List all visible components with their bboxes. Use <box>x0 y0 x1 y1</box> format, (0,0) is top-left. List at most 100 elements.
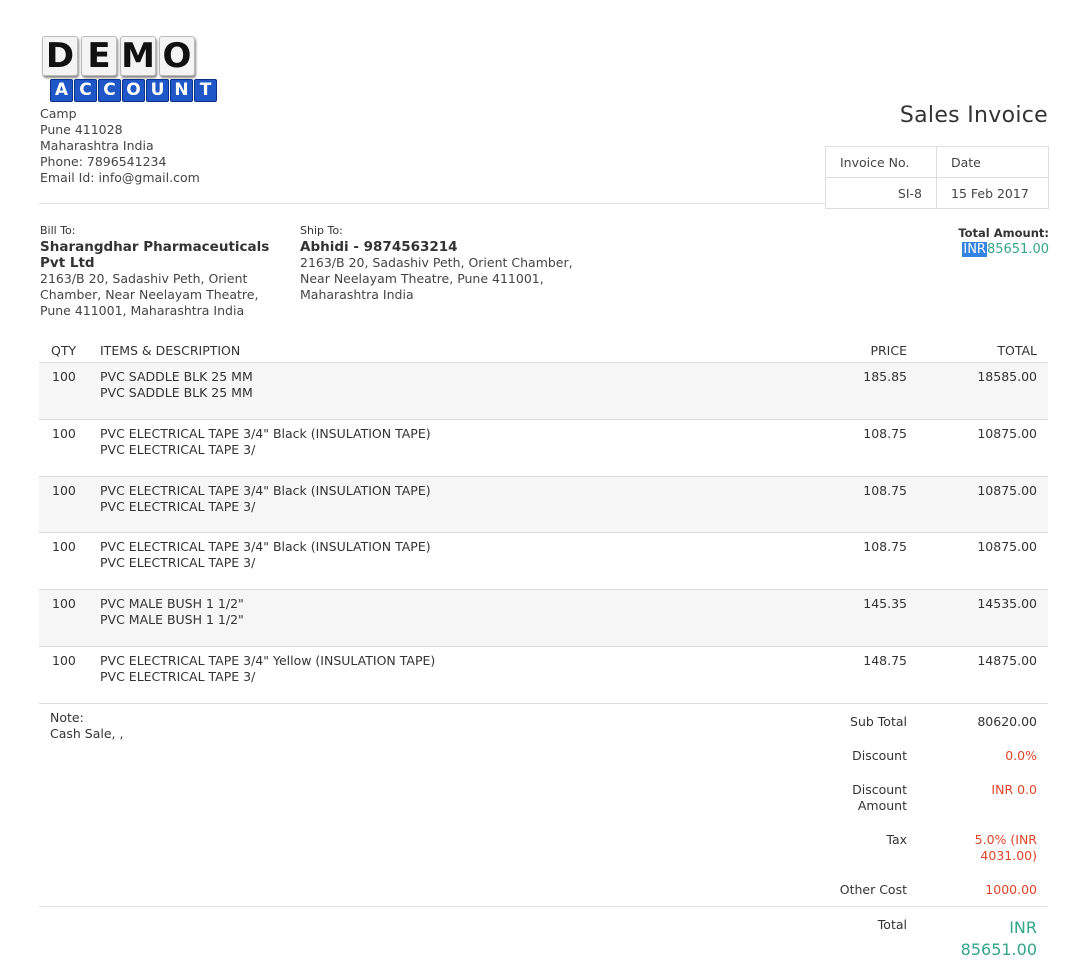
discount-label: Discount <box>852 748 907 763</box>
row-total: 10875.00 <box>977 483 1037 498</box>
col-header-qty: QTY <box>51 343 77 358</box>
col-header-price: PRICE <box>870 343 907 358</box>
other-cost-value: 1000.00 <box>985 882 1037 897</box>
col-header-total: TOTAL <box>997 343 1037 358</box>
row-total: 18585.00 <box>977 369 1037 384</box>
row-qty: 100 <box>52 539 76 554</box>
ship-to-name: Abhidi - 9874563214 <box>300 239 458 255</box>
row-price: 145.35 <box>863 596 907 611</box>
discount-amount-label-line: Discount <box>852 782 907 797</box>
row-description: PVC ELECTRICAL TAPE 3/4" Yellow (INSULAT… <box>100 653 435 685</box>
company-logo: DEMO ACCOUNT <box>42 36 242 102</box>
logo-letter-tile-account: C <box>74 79 97 102</box>
ship-to-address: 2163/B 20, Sadashiv Peth, Orient Chamber… <box>300 255 573 303</box>
row-qty: 100 <box>52 369 76 384</box>
row-item: PVC ELECTRICAL TAPE 3/4" Black (INSULATI… <box>100 483 431 498</box>
table-row: 100 PVC ELECTRICAL TAPE 3/4" Yellow (INS… <box>39 646 1048 703</box>
address-line: Pune 411028 <box>40 122 123 137</box>
logo-letter-tile-account: O <box>122 79 145 102</box>
tax-value-line: 5.0% (INR <box>974 832 1037 847</box>
invoice-no-label: Invoice No. <box>825 146 937 178</box>
bill-to-block: Bill To: Sharangdhar Pharmaceuticals Pvt… <box>40 224 269 319</box>
row-desc: PVC ELECTRICAL TAPE 3/ <box>100 669 256 684</box>
phone-line: Phone: 7896541234 <box>40 154 167 169</box>
bill-to-address-line: Pune 411001, Maharashtra India <box>40 303 245 318</box>
total-amount-label: Total Amount: <box>958 226 1049 240</box>
logo-letter-tile-account: C <box>98 79 121 102</box>
table-row: 100 PVC ELECTRICAL TAPE 3/4" Black (INSU… <box>39 419 1048 476</box>
bill-to-address-line: Chamber, Near Neelayam Theatre, <box>40 287 259 302</box>
logo-account-tiles: ACCOUNT <box>50 79 242 102</box>
logo-letter-tile-demo: E <box>81 36 117 76</box>
total-amount-block: Total Amount: INR85651.00 <box>958 226 1049 257</box>
row-description: PVC ELECTRICAL TAPE 3/4" Black (INSULATI… <box>100 483 431 515</box>
row-item: PVC ELECTRICAL TAPE 3/4" Black (INSULATI… <box>100 426 431 441</box>
items-bottom-divider <box>39 703 1048 704</box>
header-divider <box>39 203 825 204</box>
logo-letter-tile-demo: O <box>159 36 195 76</box>
total-currency: INR <box>1009 918 1037 937</box>
table-row: 100 PVC MALE BUSH 1 1/2" PVC MALE BUSH 1 … <box>39 589 1048 646</box>
row-price: 108.75 <box>863 483 907 498</box>
table-row: 100 PVC ELECTRICAL TAPE 3/4" Black (INSU… <box>39 532 1048 589</box>
logo-letter-tile-demo: D <box>42 36 78 76</box>
subtotal-value: 80620.00 <box>977 714 1037 729</box>
total-value: INR 85651.00 <box>917 917 1037 961</box>
total-label: Total <box>877 917 907 932</box>
ship-to-address-line: Maharashtra India <box>300 287 414 302</box>
company-address: Camp Pune 411028 Maharashtra India Phone… <box>40 106 200 186</box>
row-desc: PVC ELECTRICAL TAPE 3/ <box>100 442 256 457</box>
row-price: 185.85 <box>863 369 907 384</box>
row-qty: 100 <box>52 483 76 498</box>
row-desc: PVC ELECTRICAL TAPE 3/ <box>100 555 256 570</box>
note-label: Note: <box>50 710 84 725</box>
row-description: PVC SADDLE BLK 25 MM PVC SADDLE BLK 25 MM <box>100 369 253 401</box>
invoice-no: SI-8 <box>825 177 937 209</box>
row-item: PVC ELECTRICAL TAPE 3/4" Yellow (INSULAT… <box>100 653 436 668</box>
total-amount-value: INR85651.00 <box>958 242 1049 257</box>
summary-divider <box>39 906 1048 907</box>
address-line: Camp <box>40 106 77 121</box>
discount-value: 0.0% <box>1005 748 1037 763</box>
bill-to-name: Sharangdhar Pharmaceuticals Pvt Ltd <box>40 239 269 271</box>
email-line: Email Id: info@gmail.com <box>40 170 200 185</box>
row-price: 148.75 <box>863 653 907 668</box>
row-total: 14875.00 <box>977 653 1037 668</box>
date-label: Date <box>936 146 1049 178</box>
invoice-date: 15 Feb 2017 <box>936 177 1049 209</box>
total-number: 85651.00 <box>960 940 1037 959</box>
tax-value: 5.0% (INR 4031.00) <box>917 832 1037 864</box>
row-item: PVC MALE BUSH 1 1/2" <box>100 596 244 611</box>
tax-label: Tax <box>886 832 907 847</box>
note-block: Note: Cash Sale, , <box>50 710 123 742</box>
discount-amount-label-line: Amount <box>857 798 907 813</box>
row-total: 14535.00 <box>977 596 1037 611</box>
row-qty: 100 <box>52 426 76 441</box>
row-total: 10875.00 <box>977 426 1037 441</box>
row-desc: PVC SADDLE BLK 25 MM <box>100 385 253 400</box>
bill-to-name-line: Pvt Ltd <box>40 255 95 271</box>
table-row: 100 PVC ELECTRICAL TAPE 3/4" Black (INSU… <box>39 476 1048 533</box>
note-text: Cash Sale, , <box>50 726 124 741</box>
total-amount-number: 85651.00 <box>986 242 1049 257</box>
row-item: PVC ELECTRICAL TAPE 3/4" Black (INSULATI… <box>100 539 431 554</box>
col-header-items: ITEMS & DESCRIPTION <box>100 343 241 358</box>
discount-amount-label: Discount Amount <box>787 782 907 814</box>
row-description: PVC ELECTRICAL TAPE 3/4" Black (INSULATI… <box>100 426 431 458</box>
row-price: 108.75 <box>863 539 907 554</box>
row-description: PVC ELECTRICAL TAPE 3/4" Black (INSULATI… <box>100 539 431 571</box>
total-amount-currency: INR <box>962 242 987 257</box>
row-desc: PVC ELECTRICAL TAPE 3/ <box>100 499 256 514</box>
bill-to-address-line: 2163/B 20, Sadashiv Peth, Orient <box>40 271 248 286</box>
tax-value-line: 4031.00) <box>980 848 1037 863</box>
other-cost-label: Other Cost <box>839 882 907 897</box>
discount-amount-value: INR 0.0 <box>991 782 1037 797</box>
logo-letter-tile-account: T <box>194 79 217 102</box>
row-desc: PVC MALE BUSH 1 1/2" <box>100 612 244 627</box>
row-item: PVC SADDLE BLK 25 MM <box>100 369 253 384</box>
bill-to-name-line: Sharangdhar Pharmaceuticals <box>40 239 270 255</box>
subtotal-label: Sub Total <box>850 714 907 729</box>
invoice-title: Sales Invoice <box>899 103 1048 128</box>
logo-letter-tile-account: N <box>170 79 193 102</box>
invoice-info-box: Invoice No. Date SI-8 15 Feb 2017 <box>825 146 1049 209</box>
